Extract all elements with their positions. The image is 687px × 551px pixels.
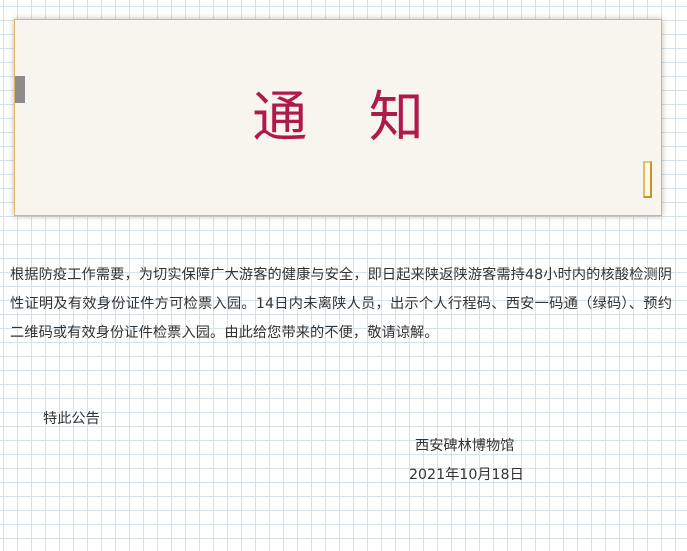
notice-body: 根据防疫工作需要，为切实保障广大游客的健康与安全，即日起来陕返陕游客需持48小时…	[10, 267, 672, 341]
organization-name: 西安碑林博物馆	[415, 438, 515, 454]
signature-block: 西安碑林博物馆 2021年10月18日	[409, 432, 549, 490]
right-tab-decoration	[643, 161, 652, 198]
notice-card: 通 知	[14, 19, 662, 216]
notice-date: 2021年10月18日	[409, 467, 524, 483]
special-note: 特此公告	[43, 411, 100, 427]
notice-title: 通 知	[252, 85, 446, 149]
